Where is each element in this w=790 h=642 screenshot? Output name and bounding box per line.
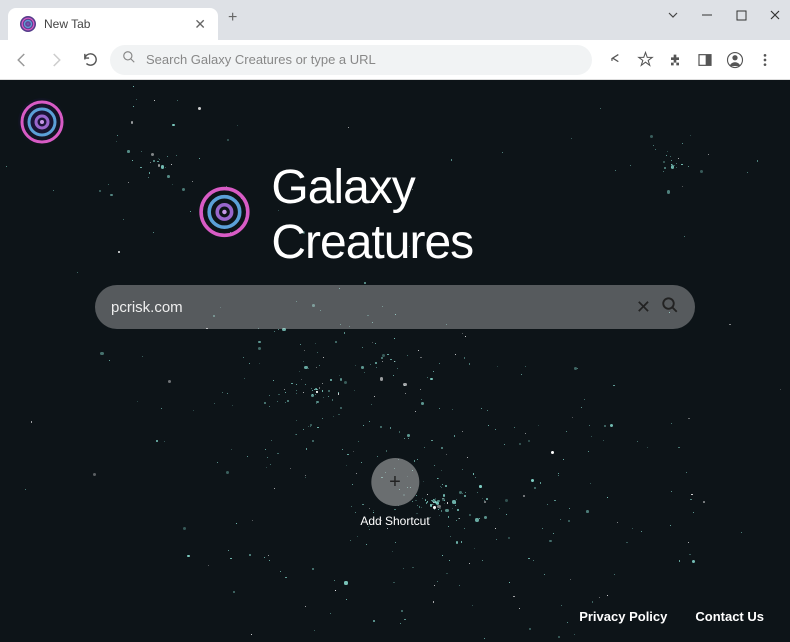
- hero-logo: [198, 185, 252, 245]
- omnibox-placeholder: Search Galaxy Creatures or type a URL: [146, 52, 376, 67]
- spiral-icon: [20, 16, 36, 32]
- back-button[interactable]: [8, 46, 36, 74]
- browser-toolbar: Search Galaxy Creatures or type a URL: [0, 40, 790, 80]
- page-title: Galaxy Creatures: [271, 160, 592, 270]
- chevron-down-icon[interactable]: [666, 8, 680, 22]
- window-titlebar: New Tab ✕ +: [0, 0, 790, 40]
- toolbar-actions: [598, 51, 782, 69]
- clear-icon[interactable]: ✕: [636, 297, 651, 318]
- close-button[interactable]: [768, 8, 782, 22]
- minimize-button[interactable]: [700, 8, 714, 22]
- sidepanel-icon[interactable]: [696, 51, 714, 69]
- new-tab-button[interactable]: +: [218, 9, 247, 27]
- shortcut-label: Add Shortcut: [360, 514, 429, 528]
- extensions-icon[interactable]: [666, 51, 684, 69]
- contact-link[interactable]: Contact Us: [695, 609, 764, 624]
- footer-links: Privacy Policy Contact Us: [579, 609, 764, 624]
- window-controls: [666, 8, 782, 22]
- close-icon[interactable]: ✕: [194, 16, 206, 33]
- share-icon[interactable]: [606, 51, 624, 69]
- search-icon: [122, 50, 136, 69]
- spiral-icon: [18, 98, 66, 146]
- star-icon[interactable]: [636, 51, 654, 69]
- maximize-button[interactable]: [734, 8, 748, 22]
- search-icon[interactable]: [661, 296, 679, 319]
- browser-tab[interactable]: New Tab ✕: [8, 8, 218, 40]
- corner-logo: [18, 98, 66, 146]
- search-input[interactable]: [111, 299, 626, 316]
- tab-title: New Tab: [44, 17, 186, 31]
- add-shortcut-button[interactable]: + Add Shortcut: [360, 458, 429, 528]
- menu-icon[interactable]: [756, 51, 774, 69]
- profile-icon[interactable]: [726, 51, 744, 69]
- page-hero: Galaxy Creatures: [198, 160, 593, 270]
- omnibox[interactable]: Search Galaxy Creatures or type a URL: [110, 45, 592, 75]
- plus-icon: +: [371, 458, 419, 506]
- forward-button[interactable]: [42, 46, 70, 74]
- reload-button[interactable]: [76, 46, 104, 74]
- page-content: Galaxy Creatures ✕ + Add Shortcut Privac…: [0, 80, 790, 642]
- privacy-link[interactable]: Privacy Policy: [579, 609, 667, 624]
- search-bar[interactable]: ✕: [95, 285, 695, 329]
